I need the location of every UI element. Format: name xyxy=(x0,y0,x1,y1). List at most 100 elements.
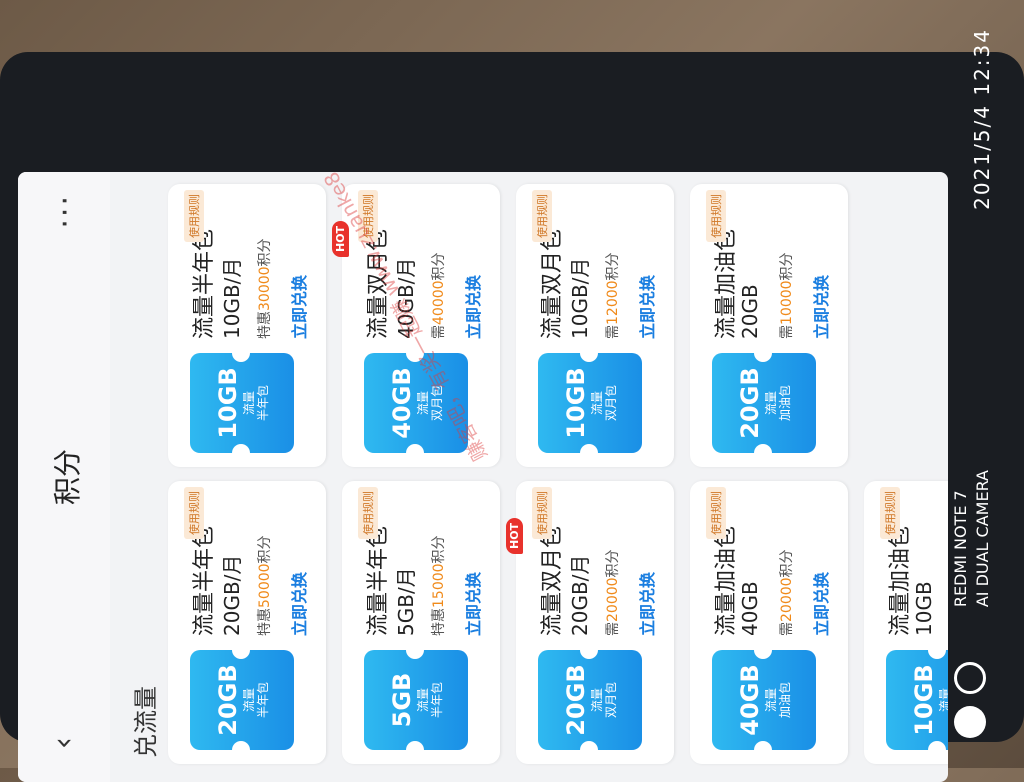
price-points: 20000 xyxy=(779,577,795,622)
product-card[interactable]: 20GB 流量 半年包 流量半年包 20GB/月 特惠50000积分 立即兑换 使用规则 xyxy=(168,481,326,764)
redeem-button[interactable]: 立即兑换 xyxy=(286,572,310,636)
product-name: 流量半年包 xyxy=(366,525,391,636)
price-points: 30000 xyxy=(257,266,273,311)
ticket-gb: 20GB xyxy=(562,664,590,736)
page-title: 积分 xyxy=(51,449,84,506)
price-prefix: 需 xyxy=(605,622,621,636)
usage-rules-link[interactable]: 使用规则 xyxy=(532,190,552,242)
product-card[interactable]: 10GB流量加油包流量加油包10GB需6000积分立即兑换使用规则 xyxy=(864,481,948,764)
camera-model-label: REDMI NOTE 7 xyxy=(951,490,970,608)
ticket-gb: 10GB xyxy=(910,664,938,736)
ticket-line2: 双月包 xyxy=(604,385,618,422)
camera-ring-icon xyxy=(954,662,986,694)
data-ticket-icon: 40GB 流量 加油包 xyxy=(712,650,816,750)
usage-rules-link[interactable]: 使用规则 xyxy=(184,190,204,242)
product-size: 20GB xyxy=(738,284,762,339)
product-size: 10GB/月 xyxy=(220,257,244,339)
price-suffix: 积分 xyxy=(257,535,273,564)
phone-body: ‹ 积分 ··· 兑流量 20GB 流量 半年包 流量半年包 20GB/月 特惠50000… xyxy=(0,52,1024,782)
price-prefix: 特惠 xyxy=(257,311,273,339)
redeem-button[interactable]: 立即兑换 xyxy=(634,275,658,339)
ticket-line2: 加油包 xyxy=(778,682,792,719)
product-size: 40GB xyxy=(738,581,762,636)
more-options-icon[interactable]: ··· xyxy=(48,194,83,229)
product-card[interactable]: 40GB 流量 加油包 流量加油包 40GB 需20000积分 立即兑换 使用规则 xyxy=(690,481,848,764)
redeem-button[interactable]: 立即兑换 xyxy=(808,572,832,636)
ticket-line1: 流量 xyxy=(416,688,430,713)
usage-rules-link[interactable]: 使用规则 xyxy=(184,487,204,539)
product-grid: 20GB 流量 半年包 流量半年包 20GB/月 特惠50000积分 立即兑换 使用规则 10G… xyxy=(168,184,948,764)
price-suffix: 积分 xyxy=(431,252,447,281)
data-ticket-icon: 10GB 流量 半年包 xyxy=(190,353,294,453)
data-ticket-icon: 20GB 流量 双月包 xyxy=(538,650,642,750)
ticket-line1: 流量 xyxy=(242,688,256,713)
product-card[interactable]: 10GB 流量 双月包 流量双月包 10GB/月 需12000积分 立即兑换 使用规则 xyxy=(516,184,674,467)
product-price: 特惠30000积分 xyxy=(254,238,274,339)
product-price: 需20000积分 xyxy=(776,549,796,636)
usage-rules-link[interactable]: 使用规则 xyxy=(706,190,726,242)
data-ticket-icon: 20GB 流量 加油包 xyxy=(712,353,816,453)
product-name: 流量加油包 xyxy=(888,525,913,636)
price-prefix: 需 xyxy=(779,325,795,339)
data-ticket-icon: 5GB 流量 半年包 xyxy=(364,650,468,750)
usage-rules-link[interactable]: 使用规则 xyxy=(706,487,726,539)
top-navbar: ‹ 积分 ··· xyxy=(18,172,110,782)
usage-rules-link[interactable]: 使用规则 xyxy=(532,487,552,539)
product-price: 特惠15000积分 xyxy=(428,535,448,636)
ticket-line2: 半年包 xyxy=(256,385,270,422)
ticket-line2: 加油包 xyxy=(778,385,792,422)
price-suffix: 积分 xyxy=(257,238,273,267)
section-title: 兑流量 xyxy=(132,686,160,758)
camera-dot-icon xyxy=(954,706,986,738)
price-suffix: 积分 xyxy=(431,535,447,564)
ticket-line1: 流量 xyxy=(764,688,778,713)
product-size: 20GB/月 xyxy=(220,554,244,636)
product-size: 10GB xyxy=(912,581,936,636)
product-name: 流量半年包 xyxy=(192,228,217,339)
redeem-button[interactable]: 立即兑换 xyxy=(808,275,832,339)
price-points: 12000 xyxy=(605,280,621,325)
ticket-gb: 20GB xyxy=(214,664,242,736)
ticket-gb: 20GB xyxy=(736,367,764,439)
product-price: 需20000积分 xyxy=(602,549,622,636)
product-card[interactable]: 20GB 流量 双月包 流量双月包 20GB/月 需20000积分 立即兑换 使用规则 HOT xyxy=(506,481,674,764)
product-name: 流量加油包 xyxy=(714,228,739,339)
price-prefix: 需 xyxy=(779,622,795,636)
app-screen: ‹ 积分 ··· 兑流量 20GB 流量 半年包 流量半年包 20GB/月 特惠50000… xyxy=(18,172,948,782)
price-points: 40000 xyxy=(431,280,447,325)
redeem-button[interactable]: 立即兑换 xyxy=(460,572,484,636)
redeem-button[interactable]: 立即兑换 xyxy=(634,572,658,636)
price-prefix: 需 xyxy=(431,325,447,339)
product-price: 需12000积分 xyxy=(602,252,622,339)
ticket-gb: 10GB xyxy=(562,367,590,439)
price-points: 50000 xyxy=(257,563,273,608)
product-name: 流量半年包 xyxy=(192,525,217,636)
data-ticket-icon: 10GB流量加油包 xyxy=(886,650,948,750)
ticket-line2: 半年包 xyxy=(256,682,270,719)
ticket-line1: 流量 xyxy=(938,688,948,713)
photo-datetime-stamp: 2021/5/4 12:34 xyxy=(970,28,994,210)
price-points: 10000 xyxy=(779,280,795,325)
product-size: 10GB/月 xyxy=(568,257,592,339)
product-size: 5GB/月 xyxy=(394,567,418,636)
ticket-line2: 半年包 xyxy=(430,682,444,719)
price-points: 20000 xyxy=(605,577,621,622)
price-prefix: 需 xyxy=(605,325,621,339)
price-suffix: 积分 xyxy=(779,252,795,281)
product-card[interactable]: 10GB 流量 半年包 流量半年包 10GB/月 特惠30000积分 立即兑换 使用规则 xyxy=(168,184,326,467)
data-ticket-icon: 20GB 流量 半年包 xyxy=(190,650,294,750)
product-card[interactable]: 5GB 流量 半年包 流量半年包 5GB/月 特惠15000积分 立即兑换 使用规则 xyxy=(342,481,500,764)
product-name: 流量双月包 xyxy=(540,228,565,339)
usage-rules-link[interactable]: 使用规则 xyxy=(880,487,900,539)
ticket-line1: 流量 xyxy=(590,391,604,416)
product-name: 流量加油包 xyxy=(714,525,739,636)
ticket-gb: 40GB xyxy=(736,664,764,736)
camera-watermark: REDMI NOTE 7 AI DUAL CAMERA xyxy=(950,470,994,607)
redeem-button[interactable]: 立即兑换 xyxy=(286,275,310,339)
price-prefix: 特惠 xyxy=(257,608,273,636)
usage-rules-link[interactable]: 使用规则 xyxy=(358,487,378,539)
redeem-button[interactable]: 立即兑换 xyxy=(460,275,484,339)
product-price: 特惠50000积分 xyxy=(254,535,274,636)
product-card[interactable]: 20GB 流量 加油包 流量加油包 20GB 需10000积分 立即兑换 使用规则 xyxy=(690,184,848,467)
price-suffix: 积分 xyxy=(605,252,621,281)
